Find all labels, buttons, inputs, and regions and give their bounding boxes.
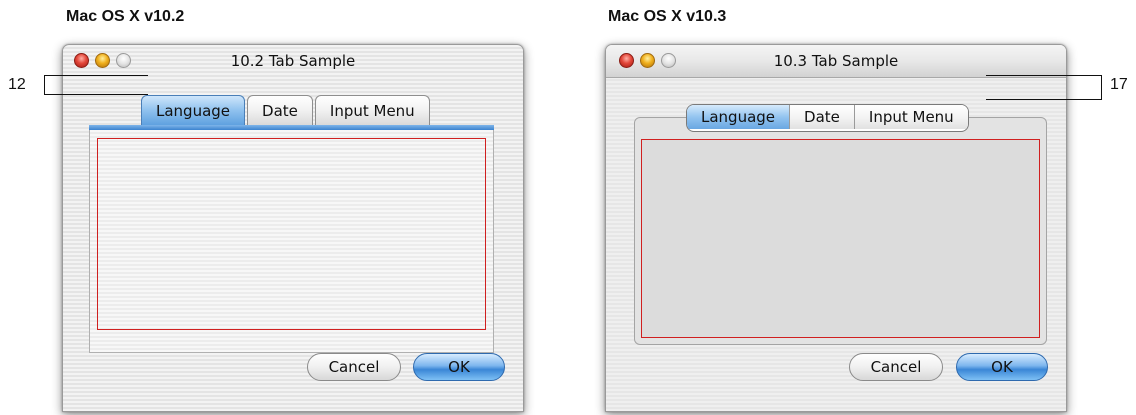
tab-group-box xyxy=(634,117,1047,345)
tab-panel xyxy=(89,130,494,353)
title-bar[interactable]: 10.2 Tab Sample xyxy=(63,45,523,77)
tab-input-menu[interactable]: Input Menu xyxy=(854,105,968,129)
measurement-bracket-left xyxy=(44,75,148,95)
measurement-label-left: 12 xyxy=(8,76,26,93)
segmented-tab-control: Language Date Input Menu xyxy=(686,104,969,132)
content-area-outline xyxy=(641,139,1040,338)
tab-date[interactable]: Date xyxy=(247,95,313,125)
caption-v10-2: Mac OS X v10.2 xyxy=(66,8,185,25)
cancel-button[interactable]: Cancel xyxy=(307,353,401,381)
tab-input-menu[interactable]: Input Menu xyxy=(314,95,430,125)
measurement-bracket-right xyxy=(986,75,1102,100)
window-title: 10.2 Tab Sample xyxy=(230,52,356,70)
tab-language[interactable]: Language xyxy=(141,95,246,125)
caption-v10-3: Mac OS X v10.3 xyxy=(608,8,727,25)
ok-button[interactable]: OK xyxy=(956,353,1048,381)
window-10-2: 10.2 Tab Sample Language Date Input Menu… xyxy=(62,44,524,412)
measurement-label-right: 17 xyxy=(1110,76,1128,93)
window-title: 10.3 Tab Sample xyxy=(773,52,899,70)
ok-button[interactable]: OK xyxy=(413,353,505,381)
tab-bar: Language Date Input Menu xyxy=(141,95,432,125)
content-area-outline xyxy=(97,138,486,330)
tab-language[interactable]: Language xyxy=(687,105,791,129)
tab-date[interactable]: Date xyxy=(790,105,855,129)
title-bar[interactable]: 10.3 Tab Sample xyxy=(606,45,1066,78)
cancel-button[interactable]: Cancel xyxy=(849,353,943,381)
